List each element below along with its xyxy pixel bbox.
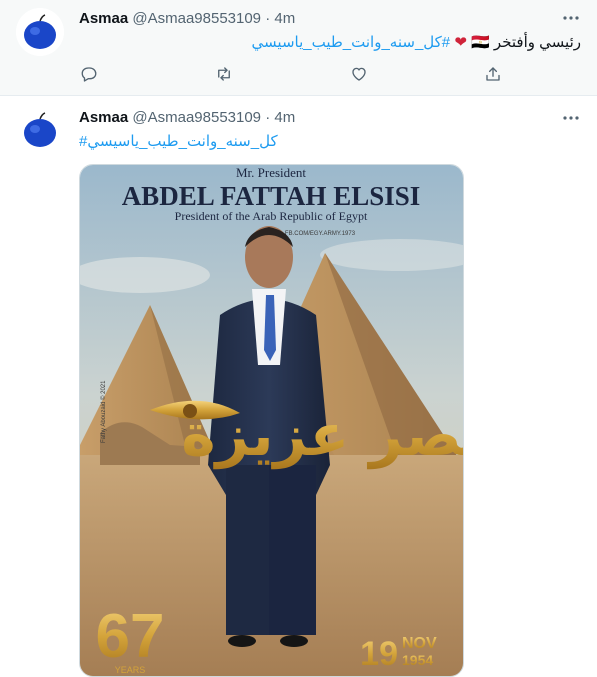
gold-calligraphy: مصر عزيزة	[150, 400, 463, 470]
user-handle[interactable]: @Asmaa98553109	[132, 10, 261, 27]
blue-apple-icon	[16, 8, 64, 56]
hashtag-link[interactable]: #كل_سنه_وانت_طيب_ياسيسي	[79, 133, 278, 150]
age-number: 67	[96, 602, 165, 671]
date-month: NOV	[402, 635, 437, 652]
tweet-2[interactable]: Asmaa @Asmaa98553109 · 4m #كل_سنه_وانت_ط…	[0, 96, 597, 677]
tweet-text: رئيسي وأفتخر 🇪🇬 ❤ #كل_سنه_وانت_طيب_ياسيس…	[252, 33, 581, 53]
poster-watermark: FB.COM/EGY.ARMY.1973	[285, 231, 356, 237]
share-icon[interactable]	[483, 64, 503, 84]
poster-subtitle: President of the Arab Republic of Egypt	[175, 209, 368, 223]
egypt-flag-emoji: 🇪🇬	[471, 34, 490, 51]
timestamp[interactable]: 4m	[274, 10, 295, 27]
calligraphy-text: مصر عزيزة	[181, 401, 463, 470]
display-name[interactable]: Asmaa	[79, 109, 128, 126]
president-poster: Mr. President ABDEL FATTAH ELSISI Presid…	[80, 165, 463, 676]
separator: ·	[265, 10, 271, 27]
poster-title: ABDEL FATTAH ELSISI	[122, 181, 421, 211]
date-day: 19	[360, 635, 398, 673]
separator: ·	[265, 109, 271, 126]
more-options-icon[interactable]	[561, 108, 581, 128]
poster-subtitle-top: Mr. President	[236, 165, 306, 180]
more-options-icon[interactable]	[561, 8, 581, 28]
avatar[interactable]	[16, 8, 64, 56]
display-name[interactable]: Asmaa	[79, 10, 128, 27]
tweet-text-plain: رئيسي وأفتخر	[493, 34, 581, 51]
retweet-icon[interactable]	[214, 64, 234, 84]
tweet-header: Asmaa @Asmaa98553109 · 4m	[79, 108, 295, 128]
tweet-header: Asmaa @Asmaa98553109 · 4m	[79, 9, 295, 29]
date-year: 1954	[402, 652, 433, 668]
tweet-image[interactable]: Mr. President ABDEL FATTAH ELSISI Presid…	[79, 164, 464, 677]
reply-icon[interactable]	[79, 64, 99, 84]
blue-apple-icon	[16, 106, 64, 154]
tweet-1[interactable]: Asmaa @Asmaa98553109 · 4m رئيسي وأفتخر 🇪…	[0, 0, 597, 96]
age-label: YEARS	[115, 665, 146, 675]
poster-credit: Fathy Abouzaid © 2021	[100, 380, 107, 443]
timestamp[interactable]: 4m	[274, 109, 295, 126]
hashtag-link[interactable]: #كل_سنه_وانت_طيب_ياسيسي	[252, 34, 451, 51]
avatar[interactable]	[16, 106, 64, 154]
like-icon[interactable]	[349, 64, 369, 84]
heart-emoji: ❤	[454, 34, 467, 51]
tweet-text: #كل_سنه_وانت_طيب_ياسيسي	[79, 132, 278, 152]
tweet-actions	[79, 64, 503, 84]
user-handle[interactable]: @Asmaa98553109	[132, 109, 261, 126]
